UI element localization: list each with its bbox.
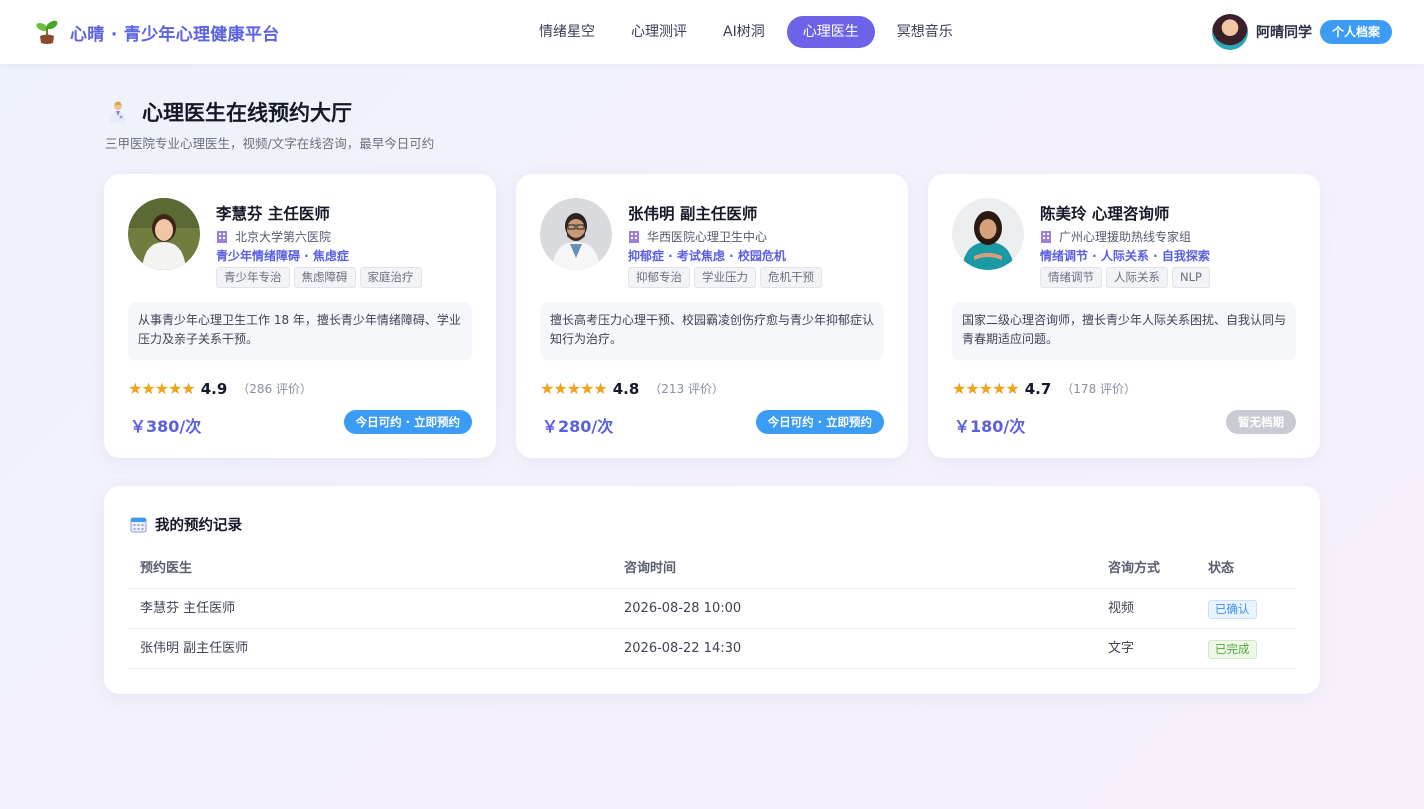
hospital-name: 北京大学第六医院 [235, 230, 332, 244]
doctor-rating: ★★★★★ 4.9 （286 评价） [128, 379, 312, 398]
book-button[interactable]: 今日可约 · 立即预约 [755, 410, 884, 434]
doctor-card[interactable]: 陈美玲 心理咨询师 广州心理援助热线专家组 情绪调节 · 人际关系 · 自我探索… [928, 174, 1320, 458]
hospital-icon [1041, 231, 1051, 243]
sprout-logo-icon [36, 20, 58, 44]
profile-button[interactable]: 个人档案 [1319, 20, 1392, 44]
status-cell: 已确认 [1208, 589, 1257, 630]
record-mode: 视频 [1108, 601, 1135, 616]
doctor-icon [110, 101, 126, 123]
doctor-specialty: 青少年情绪障碍 · 焦虑症 [216, 249, 349, 263]
status-badge: 已完成 [1208, 640, 1257, 659]
hospital-icon [629, 231, 639, 243]
doctor-rating: ★★★★★ 4.7 （178 评价） [952, 379, 1136, 398]
doctor-description: 擅长高考压力心理干预、校园霸凌创伤疗愈与青少年抑郁症认知行为治疗。 [540, 302, 884, 360]
top-navbar: 心晴 · 青少年心理健康平台 情绪星空 心理测评 AI树洞 心理医生 冥想音乐 … [0, 0, 1424, 64]
brand-name: 心晴 · 青少年心理健康平台 [70, 24, 280, 45]
tag: 青少年专治 [216, 267, 290, 288]
doctor-hospital: 华西医院心理卫生中心 [628, 228, 767, 245]
doctor-tags: 抑郁专治 学业压力 危机干预 [628, 267, 826, 288]
tag: 家庭治疗 [359, 267, 422, 288]
doctor-price: ￥380/次 [130, 417, 202, 436]
star-rating-icon: ★★★★★ [540, 379, 608, 398]
doctor-price: ￥180/次 [954, 417, 1026, 436]
book-button[interactable]: 今日可约 · 立即预约 [343, 410, 472, 434]
doctor-tags: 青少年专治 焦虑障碍 家庭治疗 [216, 267, 426, 288]
doctor-specialty: 抑郁症 · 考试焦虑 · 校园危机 [628, 249, 786, 263]
doctor-photo [540, 198, 612, 270]
nav-emotion-sky[interactable]: 情绪星空 [525, 16, 609, 48]
hospital-name: 华西医院心理卫生中心 [647, 230, 768, 244]
appointment-records: 我的预约记录 预约医生 咨询时间 咨询方式 状态 李慧芬 主任医师 2026-0… [104, 486, 1320, 694]
page-title-text: 心理医生在线预约大厅 [142, 101, 352, 125]
record-doctor: 李慧芬 主任医师 [140, 601, 236, 616]
user-name: 阿晴同学 [1255, 25, 1312, 41]
tag: 抑郁专治 [628, 267, 690, 288]
user-avatar[interactable] [1211, 14, 1248, 50]
review-count: （286 评价） [237, 382, 313, 396]
nav-psych-doctor[interactable]: 心理医生 [786, 16, 875, 48]
brand[interactable]: 心晴 · 青少年心理健康平台 [34, 19, 280, 45]
doctor-name: 张伟明 副主任医师 [628, 205, 758, 223]
column-header-doctor: 预约医生 [140, 561, 193, 576]
nav-psych-test[interactable]: 心理测评 [617, 16, 701, 48]
tag: 情绪调节 [1040, 267, 1102, 288]
doctor-card[interactable]: 张伟明 副主任医师 华西医院心理卫生中心 抑郁症 · 考试焦虑 · 校园危机 抑… [516, 174, 908, 458]
review-count: （178 评价） [1061, 382, 1137, 396]
unavailable-button[interactable]: 暂无档期 [1226, 410, 1296, 434]
doctor-rating: ★★★★★ 4.8 （213 评价） [540, 379, 724, 398]
tag: NLP [1172, 267, 1210, 288]
records-table: 预约医生 咨询时间 咨询方式 状态 李慧芬 主任医师 2026-08-28 10… [128, 549, 1296, 669]
column-header-mode: 咨询方式 [1108, 561, 1161, 576]
table-row[interactable]: 李慧芬 主任医师 2026-08-28 10:00 视频 已确认 [128, 589, 1296, 629]
nav-meditation-music[interactable]: 冥想音乐 [883, 16, 967, 48]
page-title: 心理医生在线预约大厅 [106, 97, 352, 127]
calendar-icon [130, 517, 147, 533]
doctor-price: ￥280/次 [542, 417, 614, 436]
tag: 学业压力 [694, 267, 756, 288]
hospital-name: 广州心理援助热线专家组 [1059, 230, 1192, 244]
doctor-name: 陈美玲 心理咨询师 [1040, 205, 1170, 223]
doctor-description: 从事青少年心理卫生工作 18 年，擅长青少年情绪障碍、学业压力及亲子关系干预。 [128, 302, 472, 360]
status-badge: 已确认 [1208, 600, 1257, 619]
review-count: （213 评价） [649, 382, 725, 396]
doctor-description: 国家二级心理咨询师，擅长青少年人际关系困扰、自我认同与青春期适应问题。 [952, 302, 1296, 360]
page-subtitle: 三甲医院专业心理医生，视频/文字在线咨询，最早今日可约 [105, 136, 435, 151]
hospital-icon [217, 231, 227, 243]
star-rating-icon: ★★★★★ [128, 379, 196, 398]
nav-ai-treehole[interactable]: AI树洞 [709, 16, 779, 48]
record-time: 2026-08-28 10:00 [624, 601, 742, 616]
rating-score: 4.8 [612, 379, 640, 398]
table-header-row: 预约医生 咨询时间 咨询方式 状态 [128, 549, 1296, 589]
status-cell: 已完成 [1208, 629, 1257, 670]
rating-score: 4.7 [1024, 379, 1052, 398]
star-rating-icon: ★★★★★ [952, 379, 1020, 398]
tag: 人际关系 [1106, 267, 1168, 288]
doctor-hospital: 北京大学第六医院 [216, 228, 331, 245]
doctor-photo [952, 198, 1024, 270]
tag: 焦虑障碍 [293, 267, 356, 288]
doctor-tags: 情绪调节 人际关系 NLP [1040, 267, 1214, 288]
records-header: 我的预约记录 [130, 514, 242, 535]
user-area: 阿晴同学 个人档案 [1211, 14, 1392, 50]
doctor-hospital: 广州心理援助热线专家组 [1040, 228, 1191, 245]
column-header-status: 状态 [1208, 561, 1235, 576]
record-time: 2026-08-22 14:30 [624, 641, 742, 656]
rating-score: 4.9 [200, 379, 228, 398]
record-doctor: 张伟明 副主任医师 [140, 641, 249, 656]
tag: 危机干预 [760, 267, 822, 288]
doctor-specialty: 情绪调节 · 人际关系 · 自我探索 [1040, 249, 1210, 263]
column-header-time: 咨询时间 [624, 561, 677, 576]
doctor-card[interactable]: 李慧芬 主任医师 北京大学第六医院 青少年情绪障碍 · 焦虑症 青少年专治 焦虑… [104, 174, 496, 458]
records-title: 我的预约记录 [155, 518, 242, 534]
doctor-photo [128, 198, 200, 270]
table-row[interactable]: 张伟明 副主任医师 2026-08-22 14:30 文字 已完成 [128, 629, 1296, 669]
main-nav: 情绪星空 心理测评 AI树洞 心理医生 冥想音乐 [525, 16, 975, 48]
doctor-name: 李慧芬 主任医师 [216, 205, 330, 223]
record-mode: 文字 [1108, 641, 1135, 656]
